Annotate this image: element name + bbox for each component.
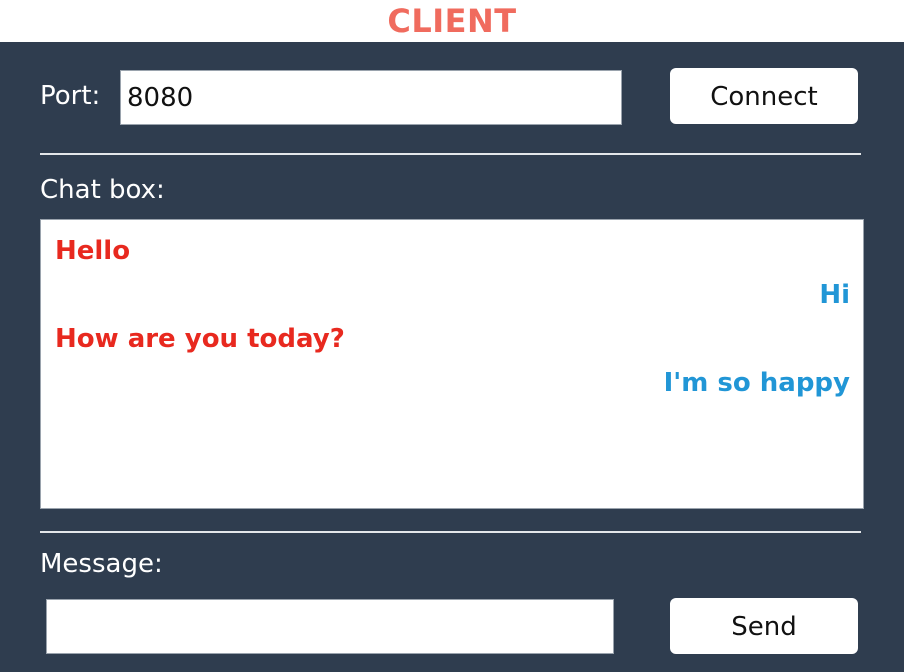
chat-message-own: Hello: [55, 236, 131, 266]
chat-message-own: How are you today?: [55, 324, 345, 354]
send-button[interactable]: Send: [670, 598, 858, 654]
app-title: CLIENT: [387, 2, 517, 40]
divider-bottom: [40, 531, 861, 533]
message-input[interactable]: [46, 599, 614, 654]
chat-box-label: Chat box:: [40, 175, 165, 205]
message-label: Message:: [40, 549, 163, 579]
main-panel: Port: Connect Chat box: Hello Hi How are…: [0, 42, 904, 672]
port-input[interactable]: [120, 70, 622, 125]
chat-message-peer: I'm so happy: [663, 368, 850, 398]
title-bar: CLIENT: [0, 0, 904, 42]
divider-top: [40, 153, 861, 155]
port-label: Port:: [40, 81, 101, 111]
connect-button[interactable]: Connect: [670, 68, 858, 124]
chat-box[interactable]: Hello Hi How are you today? I'm so happy: [40, 219, 864, 509]
chat-message-peer: Hi: [819, 280, 850, 310]
